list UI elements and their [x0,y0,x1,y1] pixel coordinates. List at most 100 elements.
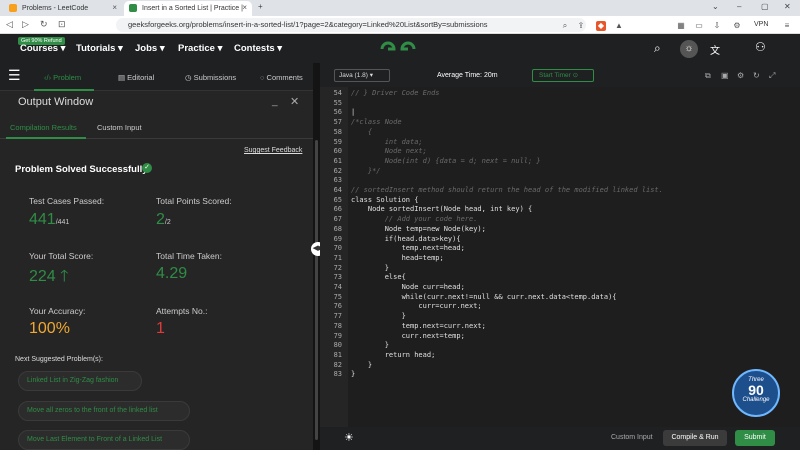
line-number: 73 [333,273,342,282]
browser-tab-leetcode[interactable]: Problems - LeetCode × [4,1,122,16]
compile-run-button[interactable]: Compile & Run [663,430,727,446]
maximize-icon[interactable]: ▢ [761,2,769,11]
menu-icon[interactable]: ≡ [782,21,792,31]
close-window-icon[interactable]: ✕ [784,2,791,11]
language-select[interactable]: Java (1.8) ▾ [334,69,390,82]
suggested-problem-chip[interactable]: Linked List in Zig-Zag fashion [18,371,142,391]
close-icon[interactable]: × [242,3,247,12]
forward-icon[interactable]: ▷ [22,19,29,30]
line-number: 57 [333,118,342,127]
nav-practice[interactable]: Practice ▾ [178,43,222,54]
brave-shield-icon[interactable]: ◆ [596,21,606,31]
attempts-label: Attempts No.: [156,306,208,316]
hamburger-menu-icon[interactable]: ☰ [8,67,21,84]
back-icon[interactable]: ◁ [6,19,13,30]
line-number: 72 [333,263,342,272]
accuracy-value: 100% [29,320,70,337]
line-number: 63 [333,176,342,185]
challenge-badge[interactable]: Three 90 Challenge [732,369,780,417]
suggest-feedback-link[interactable]: Suggest Feedback [244,147,302,154]
code-line: int data; [351,137,423,146]
line-number: 54 [333,89,342,97]
tab-compilation-results[interactable]: Compilation Results [10,123,77,132]
download-icon[interactable]: ⇩ [712,21,722,31]
nav-courses[interactable]: Courses ▾ [20,43,65,54]
sidebar-icon[interactable]: ▦ [676,21,686,31]
tab-editorial[interactable]: ▤ Editorial [118,73,154,82]
gfg-logo-icon[interactable] [378,39,418,59]
tab-title: Insert in a Sorted List | Practice | [142,5,243,12]
line-number: 69 [333,234,342,243]
leetcode-favicon-icon [9,4,17,12]
settings-icon[interactable]: ⚙ [732,21,742,31]
copy-icon[interactable]: ⧉ [705,71,711,81]
user-avatar-icon[interactable]: ⚇ [755,40,766,54]
new-tab-icon[interactable]: + [258,2,263,11]
alert-icon[interactable]: ▲ [614,21,624,31]
code-line: Node temp=new Node(key); [351,224,486,233]
code-line: temp.next=curr.next; [351,321,486,330]
browser-tab-gfg[interactable]: Insert in a Sorted List | Practice | × [124,1,252,16]
code-line: } [351,341,389,350]
line-number: 82 [333,360,342,369]
gfg-favicon-icon [129,4,137,12]
tab-problem[interactable]: ‹/› Problem [44,73,81,82]
expand-icon[interactable]: ⤢ [769,71,775,81]
code-line: // sortedInsert method should return the… [351,186,663,194]
bug-icon[interactable]: ☀ [344,431,354,444]
line-number: 70 [333,244,342,253]
code-line: while(curr.next!=null && curr.next.data<… [351,292,617,301]
tab-comments[interactable]: ◌ Comments [260,73,303,82]
solved-status: Problem Solved Successfully [15,164,148,175]
settings-icon[interactable]: ⚙ [737,71,744,80]
submit-button[interactable]: Submit [735,430,775,446]
line-number: 61 [333,156,342,165]
start-timer-button[interactable]: Start Timer ⊙ [532,69,594,82]
minimize-icon[interactable]: – [737,2,741,11]
custom-input-toggle[interactable]: Custom Input [611,434,653,441]
code-line: } [351,263,389,272]
accuracy-label: Your Accuracy: [29,306,86,316]
code-line: /*class Node [351,118,402,127]
reload-icon[interactable]: ↻ [40,19,48,30]
fullscreen-icon[interactable]: ▣ [721,71,729,80]
scrollbar-thumb[interactable] [315,140,318,440]
suggested-problem-chip[interactable]: Move Last Element to Front of a Linked L… [18,430,190,450]
badge-line3: Challenge [742,397,770,403]
code-line: }*/ [351,166,381,175]
line-number: 66 [333,205,342,214]
line-number: 67 [333,215,342,224]
vpn-button[interactable]: VPN [754,21,768,28]
code-line: Node sortedInsert(Node head, int key) { [351,205,533,214]
points-value: 2/2 [156,211,171,228]
share-icon[interactable]: ⇪ [576,21,586,31]
points-label: Total Points Scored: [156,196,232,206]
line-number: 68 [333,224,342,233]
translate-icon[interactable]: 文 [710,42,720,57]
minimize-panel-icon[interactable]: _ [272,96,278,107]
search-icon[interactable]: ⌕ [654,41,661,56]
code-line: } [351,312,406,321]
theme-toggle-icon[interactable]: ☼ [680,40,698,58]
close-icon[interactable]: × [112,3,117,12]
code-line: temp.next=head; [351,244,465,253]
nav-contests[interactable]: Contests ▾ [234,43,282,54]
line-number: 56 [333,108,342,117]
zoom-icon[interactable]: ⌕ [560,21,570,31]
reset-icon[interactable]: ↻ [753,71,760,80]
tab-custom-input[interactable]: Custom Input [97,123,142,132]
url-input[interactable]: geeksforgeeks.org/problems/insert-in-a-s… [116,18,586,32]
close-panel-icon[interactable]: ✕ [290,95,299,108]
nav-tutorials[interactable]: Tutorials ▾ [76,43,123,54]
nav-jobs[interactable]: Jobs ▾ [135,43,165,54]
line-number: 79 [333,331,342,340]
bookmark-icon[interactable]: ⊡ [58,19,66,30]
total-score-label: Your Total Score: [29,251,94,261]
tab-submissions[interactable]: ◷ Submissions [185,73,236,82]
wallet-icon[interactable]: ▭ [694,21,704,31]
chevron-down-icon[interactable]: ⌄ [712,2,719,11]
code-line: } [351,370,356,379]
line-number: 64 [333,186,342,194]
code-line: { [351,127,373,136]
suggested-problem-chip[interactable]: Move all zeros to the front of the linke… [18,401,190,421]
